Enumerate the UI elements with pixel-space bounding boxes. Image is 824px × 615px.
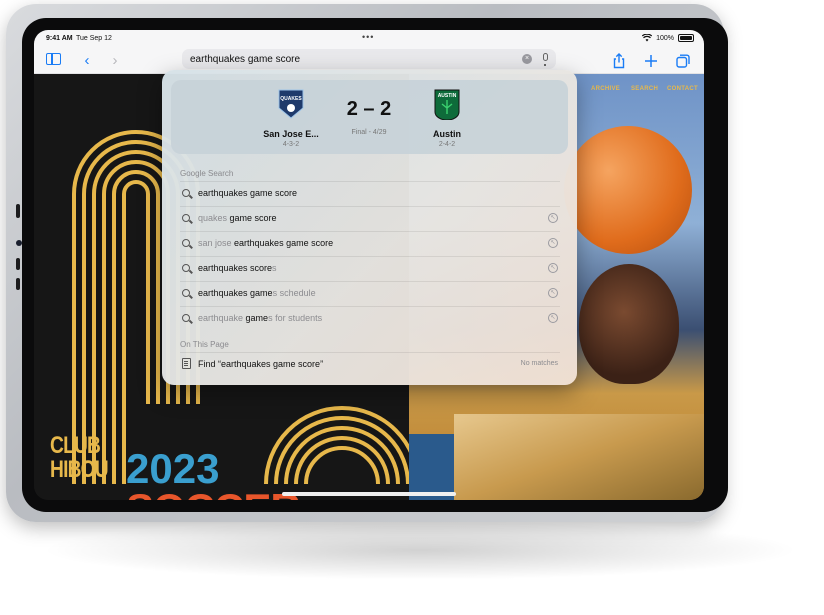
suggestion-label: quakes game score [198, 213, 277, 223]
soccer-ball-image [564, 126, 692, 254]
find-on-page-icon [182, 358, 191, 369]
status-date: Tue Sep 12 [76, 35, 112, 42]
address-bar[interactable]: earthquakes game score × [182, 49, 556, 69]
device-shadow [40, 520, 800, 580]
multitasking-dots-icon[interactable]: ••• [362, 32, 374, 42]
battery-icon [678, 34, 694, 42]
away-team-record: 2-4-2 [438, 141, 456, 148]
share-icon[interactable] [610, 52, 628, 70]
search-icon [182, 214, 190, 222]
fill-arrow-icon[interactable]: ↖ [548, 288, 558, 298]
ipad-device: 9:41 AM Tue Sep 12 ••• 100% ‹ › earthqua… [6, 4, 728, 522]
search-icon [182, 264, 190, 272]
search-icon [182, 289, 190, 297]
game-status: Final - 4/29 [351, 129, 387, 136]
forward-icon[interactable]: › [106, 52, 124, 70]
score-card[interactable]: QUAKES San Jose E... 4-3-2 2 – 2 Final -… [171, 80, 568, 154]
find-on-page-row[interactable]: Find “earthquakes game score” No matches [180, 352, 560, 376]
battery-percent: 100% [656, 34, 674, 42]
suggestion-row[interactable]: quakes game score ↖ [180, 206, 560, 230]
find-result: No matches [520, 360, 558, 367]
poster-title: SOCCER [126, 488, 301, 501]
status-bar: 9:41 AM Tue Sep 12 ••• 100% [34, 30, 704, 48]
camera-icon [16, 240, 22, 246]
sidebar-icon[interactable] [46, 53, 61, 65]
austin-crest-icon: AUSTIN [434, 89, 460, 121]
back-icon[interactable]: ‹ [78, 52, 96, 70]
home-team-name: San Jose E... [263, 129, 319, 139]
search-suggestions-panel: QUAKES San Jose E... 4-3-2 2 – 2 Final -… [162, 70, 577, 385]
suggestion-row[interactable]: earthquake games for students ↖ [180, 306, 560, 330]
suggestion-row[interactable]: earthquakes games schedule ↖ [180, 281, 560, 305]
fill-arrow-icon[interactable]: ↖ [548, 263, 558, 273]
fill-arrow-icon[interactable]: ↖ [548, 238, 558, 248]
club-line-2: HIBOU [50, 456, 109, 483]
side-button [16, 258, 20, 270]
address-input[interactable]: earthquakes game score [190, 54, 300, 65]
new-tab-icon[interactable] [642, 52, 660, 70]
find-on-page-label: Find “earthquakes game score” [198, 359, 324, 369]
svg-text:AUSTIN: AUSTIN [438, 93, 457, 99]
search-icon [182, 314, 190, 322]
suggestion-label: san jose earthquakes game score [198, 238, 334, 248]
clear-icon[interactable]: × [522, 54, 532, 64]
volume-button [16, 204, 20, 218]
game-score: 2 – 2 [346, 98, 392, 120]
on-this-page-heading: On This Page [180, 340, 229, 349]
screen: 9:41 AM Tue Sep 12 ••• 100% ‹ › earthqua… [34, 30, 704, 500]
status-right: 100% [642, 34, 694, 42]
suggestion-label: earthquake games for students [198, 313, 323, 323]
home-team: QUAKES San Jose E... 4-3-2 [256, 88, 326, 148]
jacket-image-2 [454, 414, 704, 500]
quakes-crest-icon: QUAKES [278, 89, 304, 119]
suggestion-row[interactable]: earthquakes game score [180, 181, 560, 205]
svg-text:QUAKES: QUAKES [280, 96, 302, 102]
poster-year: 2023 [126, 445, 220, 492]
wifi-icon [642, 34, 653, 42]
suggestion-label: earthquakes game score [198, 188, 298, 198]
away-team: AUSTIN Austin 2-4-2 [412, 88, 482, 148]
suggestion-row[interactable]: san jose earthquakes game score ↖ [180, 231, 560, 255]
suggestion-label: earthquakes scores [198, 263, 277, 273]
nav-archive[interactable]: ARCHIVE [591, 86, 620, 92]
status-time: 9:41 AM [46, 35, 73, 42]
club-name: CLUB HIBOU [50, 432, 109, 483]
nav-contact[interactable]: CONTACT [667, 86, 698, 92]
search-icon [182, 189, 190, 197]
fill-arrow-icon[interactable]: ↖ [548, 313, 558, 323]
club-line-1: CLUB [50, 432, 101, 459]
fill-arrow-icon[interactable]: ↖ [548, 213, 558, 223]
nav-search[interactable]: SEARCH [631, 86, 658, 92]
home-indicator[interactable] [282, 492, 456, 496]
side-button-2 [16, 278, 20, 290]
tabs-overview-icon[interactable] [674, 52, 692, 70]
google-search-heading: Google Search [180, 169, 234, 178]
home-team-record: 4-3-2 [282, 141, 300, 148]
suggestion-label: earthquakes games schedule [198, 288, 316, 298]
suggestion-row[interactable]: earthquakes scores ↖ [180, 256, 560, 280]
search-icon [182, 239, 190, 247]
microphone-icon[interactable] [543, 53, 548, 66]
away-team-name: Austin [433, 129, 461, 139]
player-image [579, 264, 679, 384]
